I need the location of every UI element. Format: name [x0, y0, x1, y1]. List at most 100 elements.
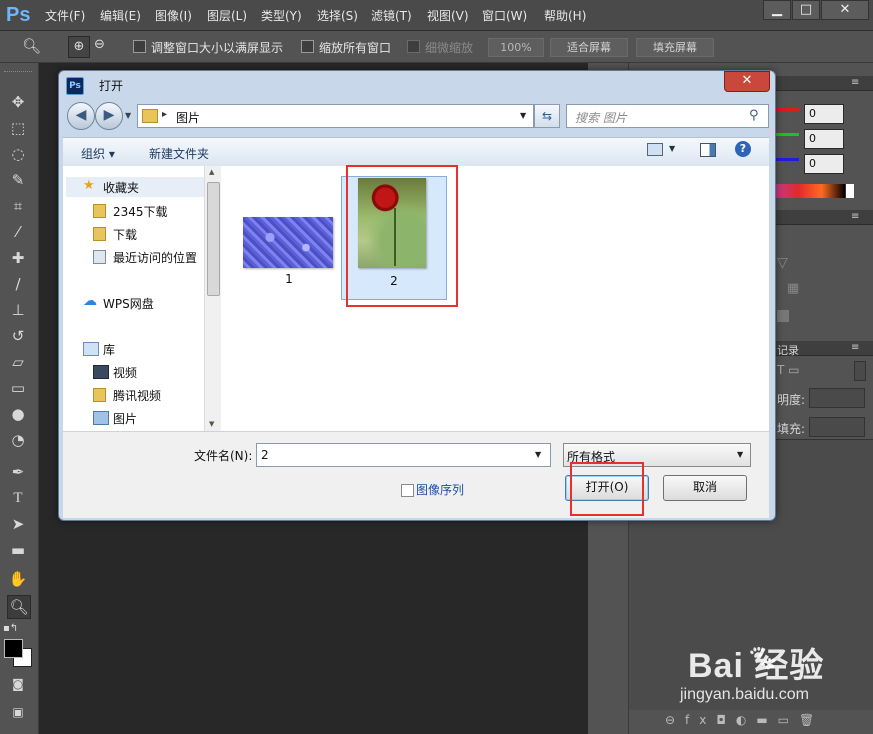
layer-actions-icons[interactable]: ⊖fx◘◐▬▭🗑︎ [665, 713, 824, 727]
screen-mode-icon[interactable]: ▣ [7, 701, 29, 723]
image-sequence-label[interactable]: 图像序列 [416, 481, 464, 498]
close-app-button[interactable]: ✕ [821, 0, 869, 20]
blue-value-field[interactable]: 0 [804, 154, 844, 174]
preview-pane-icon[interactable] [700, 143, 716, 157]
maximize-button[interactable]: □ [792, 0, 820, 20]
back-arrow-icon[interactable]: ◀ [67, 102, 95, 130]
view-dropdown-icon[interactable]: ▼ [669, 144, 675, 153]
white-swatch[interactable] [845, 184, 854, 198]
blur-tool-icon[interactable]: ● [7, 403, 29, 425]
tools-grip[interactable] [4, 65, 32, 72]
zoom-100-button[interactable]: 100% [488, 38, 544, 57]
dialog-close-button[interactable]: ✕ [724, 71, 770, 92]
help-icon[interactable]: ? [735, 141, 751, 157]
default-colors-icon[interactable]: ▪↰ [3, 623, 18, 634]
filter-toggle[interactable] [854, 361, 866, 381]
gradient-tool-icon[interactable]: ▭ [7, 377, 29, 399]
red-value-field[interactable]: 0 [804, 104, 844, 124]
history-tab-label[interactable]: 记录 [777, 342, 799, 358]
image-sequence-checkbox[interactable] [401, 484, 414, 497]
color-spectrum[interactable] [775, 184, 845, 198]
nav-favorites[interactable]: ★ 收藏夹 [83, 177, 221, 197]
nav-scrollbar[interactable]: ▲ ▼ [204, 166, 221, 431]
search-icon[interactable]: ⚲ [749, 108, 759, 123]
new-folder-button[interactable]: 新建文件夹 [149, 145, 209, 162]
layer-type-icon[interactable]: T ▭ [777, 363, 799, 377]
clone-stamp-tool-icon[interactable]: ⊥ [7, 299, 29, 321]
menu-help[interactable]: 帮助(H) [544, 7, 586, 24]
shape-tool-icon[interactable]: ▬ [7, 539, 29, 561]
scrubby-zoom-label: 细微缩放 [425, 41, 474, 55]
menu-edit[interactable]: 编辑(E) [100, 7, 141, 24]
opacity-field[interactable] [809, 388, 865, 408]
thumbnail-lavender[interactable] [243, 217, 333, 268]
levels-icon[interactable]: ▽ [777, 255, 788, 271]
forward-arrow-icon[interactable]: ▶ [95, 102, 123, 130]
healing-brush-tool-icon[interactable]: ✚ [7, 247, 29, 269]
dodge-tool-icon[interactable]: ◔ [7, 429, 29, 451]
file-name-dropdown-icon[interactable]: ▼ [535, 450, 541, 459]
refresh-icon[interactable]: ⇆ [534, 104, 560, 128]
hand-tool-icon[interactable]: ✋ [7, 568, 29, 590]
options-bar: 🔍︎ ⊕ ⊖ 调整窗口大小以满屏显示 缩放所有窗口 细微缩放 100% 适合屏幕… [0, 31, 873, 63]
nav-wps-cloud[interactable]: ☁ WPS网盘 [83, 293, 221, 313]
address-path[interactable]: 图片 [176, 109, 200, 126]
solid-swatch-icon[interactable] [777, 310, 789, 322]
zoom-tool-active-icon[interactable]: 🔍︎ [7, 595, 31, 619]
history-brush-tool-icon[interactable]: ↺ [7, 325, 29, 347]
file-name-input[interactable]: 2 ▼ [256, 443, 551, 467]
search-box[interactable]: 搜索 图片 ⚲ [566, 104, 769, 128]
eraser-tool-icon[interactable]: ▱ [7, 351, 29, 373]
marquee-tool-icon[interactable]: ⬚ [7, 117, 29, 139]
nav-libraries[interactable]: 库 [83, 339, 221, 359]
fit-screen-button[interactable]: 适合屏幕 [550, 38, 628, 57]
menu-image[interactable]: 图像(I) [155, 7, 192, 24]
menu-view[interactable]: 视图(V) [427, 7, 469, 24]
panel-menu-icon-3[interactable]: ≡ [851, 342, 859, 353]
cancel-button[interactable]: 取消 [663, 475, 747, 501]
grid-icon[interactable]: ▦ [787, 281, 799, 296]
view-options-icon[interactable] [647, 143, 663, 156]
eyedropper-tool-icon[interactable]: ⁄ [7, 221, 29, 243]
brush-tool-icon[interactable]: ∕ [7, 273, 29, 295]
zoom-all-checkbox[interactable] [301, 40, 314, 53]
menu-filter[interactable]: 滤镜(T) [371, 7, 412, 24]
path-selection-tool-icon[interactable]: ➤ [7, 513, 29, 535]
panel-menu-icon[interactable]: ≡ [851, 77, 859, 88]
fill-screen-button[interactable]: 填充屏幕 [636, 38, 714, 57]
scroll-up-icon[interactable]: ▲ [209, 168, 214, 176]
fill-field[interactable] [809, 417, 865, 437]
zoom-tool-icon[interactable]: 🔍︎ [22, 37, 41, 55]
crop-tool-icon[interactable]: ⌗ [7, 195, 29, 217]
menu-file[interactable]: 文件(F) [45, 7, 85, 24]
watermark-url: jingyan.baidu.com [680, 686, 809, 703]
minimize-button[interactable]: ▁ [763, 0, 791, 20]
file-type-dropdown-icon[interactable]: ▼ [737, 450, 743, 459]
lasso-tool-icon[interactable]: ◌ [7, 143, 29, 165]
move-tool-icon[interactable]: ✥ [7, 91, 29, 113]
address-bar[interactable]: ▸ 图片 ▼ [137, 104, 534, 128]
scroll-down-icon[interactable]: ▼ [209, 420, 214, 428]
menu-select[interactable]: 选择(S) [317, 7, 358, 24]
path-separator-icon[interactable]: ▸ [162, 109, 167, 120]
scrubby-zoom-checkbox[interactable] [407, 40, 420, 53]
menu-layer[interactable]: 图层(L) [207, 7, 247, 24]
quick-mask-icon[interactable]: ◙ [7, 673, 29, 695]
resize-windows-checkbox[interactable] [133, 40, 146, 53]
menu-window[interactable]: 窗口(W) [482, 7, 527, 24]
nav-scroll-thumb[interactable] [207, 182, 220, 296]
pen-tool-icon[interactable]: ✒ [7, 461, 29, 483]
menu-type[interactable]: 类型(Y) [261, 7, 302, 24]
zoom-all-label: 缩放所有窗口 [319, 41, 392, 55]
panel-menu-icon-2[interactable]: ≡ [851, 211, 859, 222]
foreground-color-swatch[interactable] [4, 639, 23, 658]
dialog-ps-icon: Ps [66, 77, 84, 95]
history-dropdown-icon[interactable]: ▼ [125, 111, 131, 120]
quick-selection-tool-icon[interactable]: ✎ [7, 169, 29, 191]
zoom-out-icon[interactable]: ⊖ [94, 37, 105, 52]
address-dropdown-icon[interactable]: ▼ [520, 111, 526, 120]
green-value-field[interactable]: 0 [804, 129, 844, 149]
type-tool-icon[interactable]: T [7, 487, 29, 509]
zoom-in-icon[interactable]: ⊕ [68, 36, 90, 58]
organize-button[interactable]: 组织 ▾ [81, 145, 115, 162]
